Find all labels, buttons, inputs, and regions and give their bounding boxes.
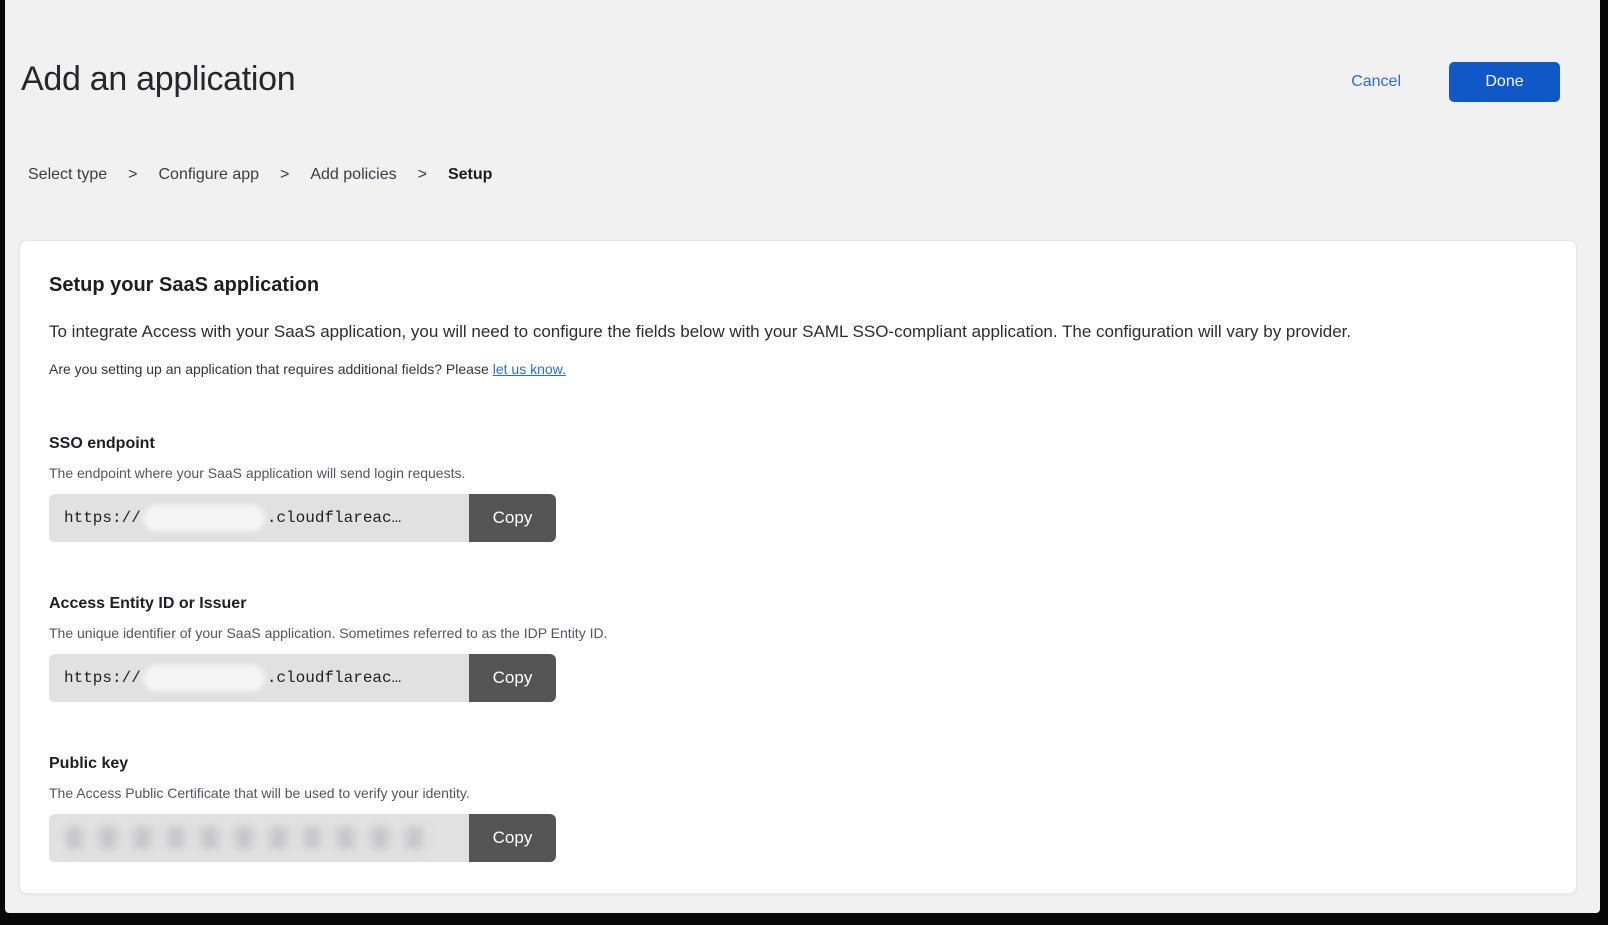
note-text: Are you setting up an application that r… xyxy=(49,361,489,377)
value-suffix: .cloudflareac… xyxy=(267,669,401,687)
field-public-key: Public key The Access Public Certificate… xyxy=(49,754,1536,862)
setup-heading: Setup your SaaS application xyxy=(49,273,1536,297)
value-prefix: https:// xyxy=(64,509,141,527)
page-background: Add an application Cancel Done Select ty… xyxy=(5,0,1600,913)
field-description: The unique identifier of your SaaS appli… xyxy=(49,625,1536,642)
field-description: The endpoint where your SaaS application… xyxy=(49,465,1536,482)
cancel-button[interactable]: Cancel xyxy=(1351,73,1401,91)
redacted-value-blur xyxy=(143,665,265,691)
done-button[interactable]: Done xyxy=(1449,62,1560,102)
breadcrumb-step-setup: Setup xyxy=(448,166,492,184)
breadcrumb-step-add-policies[interactable]: Add policies xyxy=(310,166,396,184)
copy-button-sso-endpoint[interactable]: Copy xyxy=(469,494,556,542)
header-actions: Cancel Done xyxy=(1351,62,1560,102)
breadcrumb-step-select-type[interactable]: Select type xyxy=(28,166,107,184)
field-label: Access Entity ID or Issuer xyxy=(49,594,1536,614)
value-readout: https:// .cloudflareac… xyxy=(49,494,469,542)
sso-endpoint-value-row: https:// .cloudflareac… Copy xyxy=(49,494,556,542)
field-label: SSO endpoint xyxy=(49,434,1536,454)
field-label: Public key xyxy=(49,754,1536,774)
redacted-value-blur xyxy=(143,505,265,531)
breadcrumb-step-configure-app[interactable]: Configure app xyxy=(159,166,260,184)
field-description: The Access Public Certificate that will … xyxy=(49,785,1536,802)
breadcrumb: Select type > Configure app > Add polici… xyxy=(28,166,492,184)
let-us-know-link[interactable]: let us know. xyxy=(493,361,566,377)
field-access-entity-id: Access Entity ID or Issuer The unique id… xyxy=(49,594,1536,702)
value-prefix: https:// xyxy=(64,669,141,687)
breadcrumb-separator: > xyxy=(128,166,137,184)
copy-button-access-entity-id[interactable]: Copy xyxy=(469,654,556,702)
breadcrumb-separator: > xyxy=(280,166,289,184)
setup-card: Setup your SaaS application To integrate… xyxy=(19,240,1577,894)
setup-intro: To integrate Access with your SaaS appli… xyxy=(49,321,1536,342)
value-suffix: .cloudflareac… xyxy=(267,509,401,527)
field-sso-endpoint: SSO endpoint The endpoint where your Saa… xyxy=(49,434,1536,542)
redacted-value-blur xyxy=(66,827,428,849)
page-title: Add an application xyxy=(21,60,295,99)
value-readout xyxy=(49,814,469,862)
access-entity-id-value-row: https:// .cloudflareac… Copy xyxy=(49,654,556,702)
copy-button-public-key[interactable]: Copy xyxy=(469,814,556,862)
breadcrumb-separator: > xyxy=(418,166,427,184)
value-readout: https:// .cloudflareac… xyxy=(49,654,469,702)
additional-fields-note: Are you setting up an application that r… xyxy=(49,361,1536,378)
public-key-value-row: Copy xyxy=(49,814,556,862)
window-frame: { "header": { "title": "Add an applicati… xyxy=(0,0,1608,925)
